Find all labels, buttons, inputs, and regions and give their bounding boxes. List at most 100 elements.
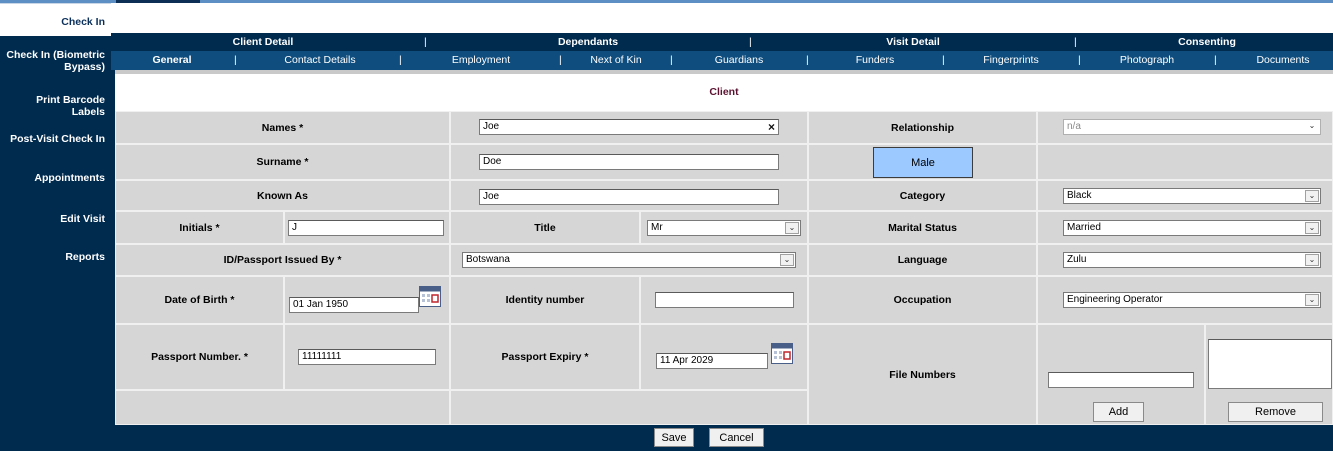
calendar-icon[interactable] xyxy=(419,286,441,307)
chevron-down-icon: ⌄ xyxy=(1305,222,1319,234)
names-value: Joe xyxy=(483,121,500,132)
tab-separator: | xyxy=(234,54,237,66)
tab-separator: | xyxy=(1214,54,1217,66)
sidebar-item-post-visit-check-in[interactable]: Post-Visit Check In xyxy=(0,133,111,145)
section-title: Client xyxy=(115,74,1333,111)
sidebar-item-check-in[interactable]: Check In xyxy=(0,16,111,28)
title-select[interactable]: Mr ⌄ xyxy=(647,220,801,236)
occupation-select[interactable]: Engineering Operator ⌄ xyxy=(1063,292,1321,308)
tab-separator: | xyxy=(806,54,809,66)
dob-label: Date of Birth * xyxy=(115,276,284,324)
names-label: Names * xyxy=(115,111,450,144)
tab-visit-detail[interactable]: Visit Detail xyxy=(886,33,940,51)
category-label: Category xyxy=(808,180,1037,211)
empty-cell xyxy=(450,390,808,425)
file-number-input[interactable] xyxy=(1048,372,1194,388)
relationship-select[interactable]: n/a ⌄ xyxy=(1063,119,1321,135)
marital-status-value: Married xyxy=(1067,222,1101,233)
file-numbers-list[interactable] xyxy=(1208,339,1332,389)
sidebar-item-print-barcode-labels[interactable]: Print Barcode Labels xyxy=(0,94,111,118)
tab-separator: | xyxy=(670,54,673,66)
title-cell: Mr ⌄ xyxy=(640,211,808,244)
tab-separator: | xyxy=(424,36,427,48)
gender-male-button[interactable]: Male xyxy=(873,147,973,178)
empty-cell xyxy=(1037,144,1333,180)
cancel-button[interactable]: Cancel xyxy=(709,428,764,447)
sidebar: Check In Check In (Biometric Bypass) Pri… xyxy=(0,3,111,451)
category-select[interactable]: Black ⌄ xyxy=(1063,188,1321,204)
passport-expiry-input[interactable]: 11 Apr 2029 xyxy=(656,353,768,369)
tab-guardians[interactable]: Guardians xyxy=(715,51,763,70)
remove-button[interactable]: Remove xyxy=(1228,402,1323,422)
relationship-cell: n/a ⌄ xyxy=(1037,111,1333,144)
tab-photograph[interactable]: Photograph xyxy=(1120,51,1174,70)
surname-input[interactable]: Doe xyxy=(479,154,779,170)
surname-label: Surname * xyxy=(115,144,450,180)
tab-separator: | xyxy=(749,36,752,48)
tab-dependants[interactable]: Dependants xyxy=(558,33,618,51)
category-cell: Black ⌄ xyxy=(1037,180,1333,211)
dob-cell: 01 Jan 1950 xyxy=(284,276,450,324)
known-as-input[interactable]: Joe xyxy=(479,189,779,205)
tab-separator: | xyxy=(1078,54,1081,66)
dob-input[interactable]: 01 Jan 1950 xyxy=(289,297,419,313)
relationship-label: Relationship xyxy=(808,111,1037,144)
file-numbers-label: File Numbers xyxy=(808,324,1037,425)
surname-cell: Doe xyxy=(450,144,808,180)
identity-number-cell xyxy=(640,276,808,324)
title-value: Mr xyxy=(651,222,663,233)
id-issued-by-label: ID/Passport Issued By * xyxy=(115,244,450,276)
known-as-cell: Joe xyxy=(450,180,808,211)
tab-separator: | xyxy=(942,54,945,66)
initials-cell: J xyxy=(284,211,450,244)
passport-expiry-cell: 11 Apr 2029 xyxy=(640,324,808,390)
language-label: Language xyxy=(808,244,1037,276)
initials-input[interactable]: J xyxy=(288,220,444,236)
chevron-down-icon: ⌄ xyxy=(785,222,799,234)
passport-number-input[interactable]: 11111111 xyxy=(298,349,436,365)
language-select[interactable]: Zulu ⌄ xyxy=(1063,252,1321,268)
top-accent-segment xyxy=(116,0,200,3)
marital-status-label: Marital Status xyxy=(808,211,1037,244)
tab-fingerprints[interactable]: Fingerprints xyxy=(983,51,1038,70)
tab-general[interactable]: General xyxy=(152,51,191,70)
chevron-down-icon: ⌄ xyxy=(1308,121,1316,130)
sidebar-item-check-in-biometric[interactable]: Check In (Biometric xyxy=(0,49,111,61)
tab-consenting[interactable]: Consenting xyxy=(1178,33,1236,51)
marital-status-select[interactable]: Married ⌄ xyxy=(1063,220,1321,236)
sidebar-item-appointments[interactable]: Appointments xyxy=(0,172,111,184)
names-input[interactable]: Joe × xyxy=(479,119,779,135)
tab-separator: | xyxy=(399,54,402,66)
occupation-label: Occupation xyxy=(808,276,1037,324)
tab-funders[interactable]: Funders xyxy=(856,51,895,70)
tab-contact-details[interactable]: Contact Details xyxy=(284,51,355,70)
tab-separator: | xyxy=(1074,36,1077,48)
secondary-tab-bar: General | Contact Details | Employment |… xyxy=(111,51,1333,70)
id-issued-by-select[interactable]: Botswana ⌄ xyxy=(462,252,796,268)
save-button[interactable]: Save xyxy=(654,428,694,447)
occupation-value: Engineering Operator xyxy=(1067,294,1163,305)
empty-cell xyxy=(115,390,450,425)
sidebar-item-check-in-active[interactable]: Check In xyxy=(0,3,111,36)
identity-number-label: Identity number xyxy=(450,276,640,324)
identity-number-input[interactable] xyxy=(655,292,794,308)
calendar-icon[interactable] xyxy=(771,343,793,364)
category-value: Black xyxy=(1067,190,1092,201)
primary-tab-bar: Client Detail | Dependants | Visit Detai… xyxy=(111,33,1333,51)
sidebar-item-edit-visit[interactable]: Edit Visit xyxy=(0,213,111,225)
initials-label: Initials * xyxy=(115,211,284,244)
tab-documents[interactable]: Documents xyxy=(1256,51,1309,70)
clear-icon[interactable]: × xyxy=(768,120,775,134)
sidebar-item-reports[interactable]: Reports xyxy=(0,251,111,263)
add-button[interactable]: Add xyxy=(1093,402,1144,422)
tab-employment[interactable]: Employment xyxy=(452,51,510,70)
tab-next-of-kin[interactable]: Next of Kin xyxy=(590,51,641,70)
tab-client-detail[interactable]: Client Detail xyxy=(233,33,294,51)
passport-number-label: Passport Number. * xyxy=(115,324,284,390)
title-label: Title xyxy=(450,211,640,244)
chevron-down-icon: ⌄ xyxy=(1305,294,1319,306)
relationship-value: n/a xyxy=(1067,121,1081,132)
sidebar-item-check-in-biometric-line2[interactable]: Bypass) xyxy=(0,61,111,73)
id-issued-by-value: Botswana xyxy=(466,254,510,265)
passport-expiry-label: Passport Expiry * xyxy=(450,324,640,390)
